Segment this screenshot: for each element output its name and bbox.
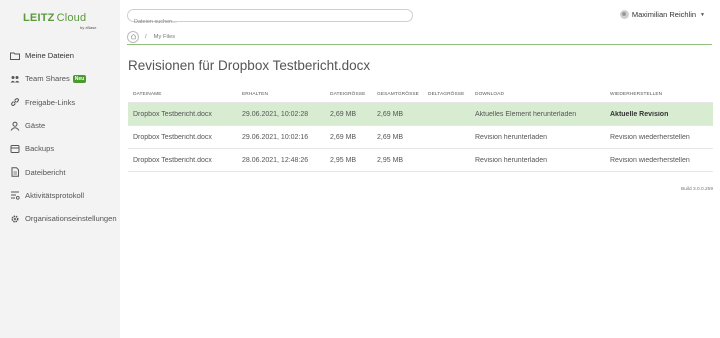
new-badge: Neu [72, 74, 87, 83]
sidebar-item-freigabe-links[interactable]: Freigabe-Links [0, 91, 120, 114]
received-date: 29.06.2021, 10:02:16 [242, 133, 309, 141]
sidebar-item-organisationseinstellungen[interactable]: Organisationseinstellungen [0, 207, 120, 230]
sidebar-item-dateibericht[interactable]: Dateibericht [0, 160, 120, 183]
sidebar-item-label: Aktivitätsprotokoll [25, 190, 85, 200]
main-content: Maximilian Reichlin ▼ / My Files Revisio… [120, 0, 720, 338]
sidebar-item-label: Freigabe-Links [25, 97, 76, 107]
breadcrumb-separator: / [145, 33, 147, 40]
total-size: 2,69 MB [377, 110, 404, 118]
sidebar-item-label: Gäste [25, 121, 46, 131]
chevron-down-icon: ▼ [700, 11, 705, 18]
sidebar: LEITZ Cloud by xBase Meine Dateien Team S… [0, 0, 120, 338]
sidebar-item-aktivitaetsprotokoll[interactable]: Aktivitätsprotokoll [0, 184, 120, 207]
activity-icon [9, 190, 20, 201]
table-header: Dateiname Erhalten Dateigrösse Gesamtgrö… [128, 86, 713, 103]
logo[interactable]: LEITZ Cloud by xBase [23, 12, 113, 34]
column-header: Download [475, 91, 505, 97]
total-size: 2,95 MB [377, 156, 404, 164]
sidebar-item-label: Dateibericht [25, 167, 66, 177]
sidebar-item-meine-dateien[interactable]: Meine Dateien [0, 44, 120, 67]
file-name: Dropbox Testbericht.docx [133, 133, 212, 141]
file-size: 2,69 MB [330, 110, 357, 118]
sidebar-item-label: Team Shares [25, 74, 70, 84]
file-name: Dropbox Testbericht.docx [133, 156, 212, 164]
download-link[interactable]: Revision herunterladen [470, 134, 605, 141]
sidebar-item-backups[interactable]: Backups [0, 137, 120, 160]
revisions-table: Dateiname Erhalten Dateigrösse Gesamtgrö… [128, 86, 713, 172]
user-menu[interactable]: Maximilian Reichlin ▼ [619, 10, 705, 19]
breadcrumb: / My Files [127, 29, 712, 45]
backup-icon [9, 143, 20, 154]
sidebar-nav: Meine Dateien Team Shares Neu Freigabe-L… [0, 44, 120, 230]
page-title: Revisionen für Dropbox Testbericht.docx [128, 58, 371, 73]
search-input[interactable] [128, 16, 412, 28]
restore-link[interactable]: Revision wiederherstellen [605, 157, 713, 164]
sidebar-item-label: Meine Dateien [25, 51, 74, 61]
gear-icon [9, 213, 20, 224]
file-size: 2,95 MB [330, 156, 357, 164]
received-date: 29.06.2021, 10:02:28 [242, 110, 309, 118]
file-name: Dropbox Testbericht.docx [133, 110, 212, 118]
column-header: Erhalten [242, 91, 269, 97]
table-row: Dropbox Testbericht.docx 29.06.2021, 10:… [128, 103, 713, 126]
file-size: 2,69 MB [330, 133, 357, 141]
build-version: Build 3.0.0.259 [680, 187, 713, 192]
column-header: Deltagrösse [428, 91, 465, 97]
avatar [619, 10, 629, 19]
download-link[interactable]: Revision herunterladen [470, 157, 605, 164]
sidebar-item-team-shares[interactable]: Team Shares Neu [0, 67, 120, 90]
download-link[interactable]: Aktuelles Element herunterladen [470, 111, 605, 118]
breadcrumb-current[interactable]: My Files [154, 34, 176, 40]
folder-icon [9, 50, 20, 61]
user-name: Maximilian Reichlin [631, 10, 697, 19]
home-icon[interactable] [127, 30, 139, 43]
table-row: Dropbox Testbericht.docx 28.06.2021, 12:… [128, 149, 713, 172]
logo-brand: LEITZ [23, 12, 55, 24]
sidebar-item-gaeste[interactable]: Gäste [0, 114, 120, 137]
column-header: Dateigrösse [330, 91, 366, 97]
logo-sub: by xBase [80, 25, 97, 30]
column-header: Dateiname [133, 91, 162, 97]
restore-status: Aktuelle Revision [610, 110, 669, 118]
sidebar-item-label: Backups [25, 144, 55, 154]
link-icon [9, 97, 20, 108]
team-icon [9, 73, 20, 84]
search-box[interactable] [127, 9, 413, 28]
report-icon [9, 167, 20, 178]
table-row: Dropbox Testbericht.docx 29.06.2021, 10:… [128, 126, 713, 149]
logo-product: Cloud [56, 12, 87, 24]
received-date: 28.06.2021, 12:48:26 [242, 156, 309, 164]
column-header: Gesamtgrösse [377, 91, 419, 97]
total-size: 2,69 MB [377, 133, 404, 141]
sidebar-item-label: Organisationseinstellungen [25, 214, 117, 224]
restore-link[interactable]: Revision wiederherstellen [605, 134, 713, 141]
guest-icon [9, 120, 20, 131]
column-header: Wiederherstellen [610, 91, 663, 97]
